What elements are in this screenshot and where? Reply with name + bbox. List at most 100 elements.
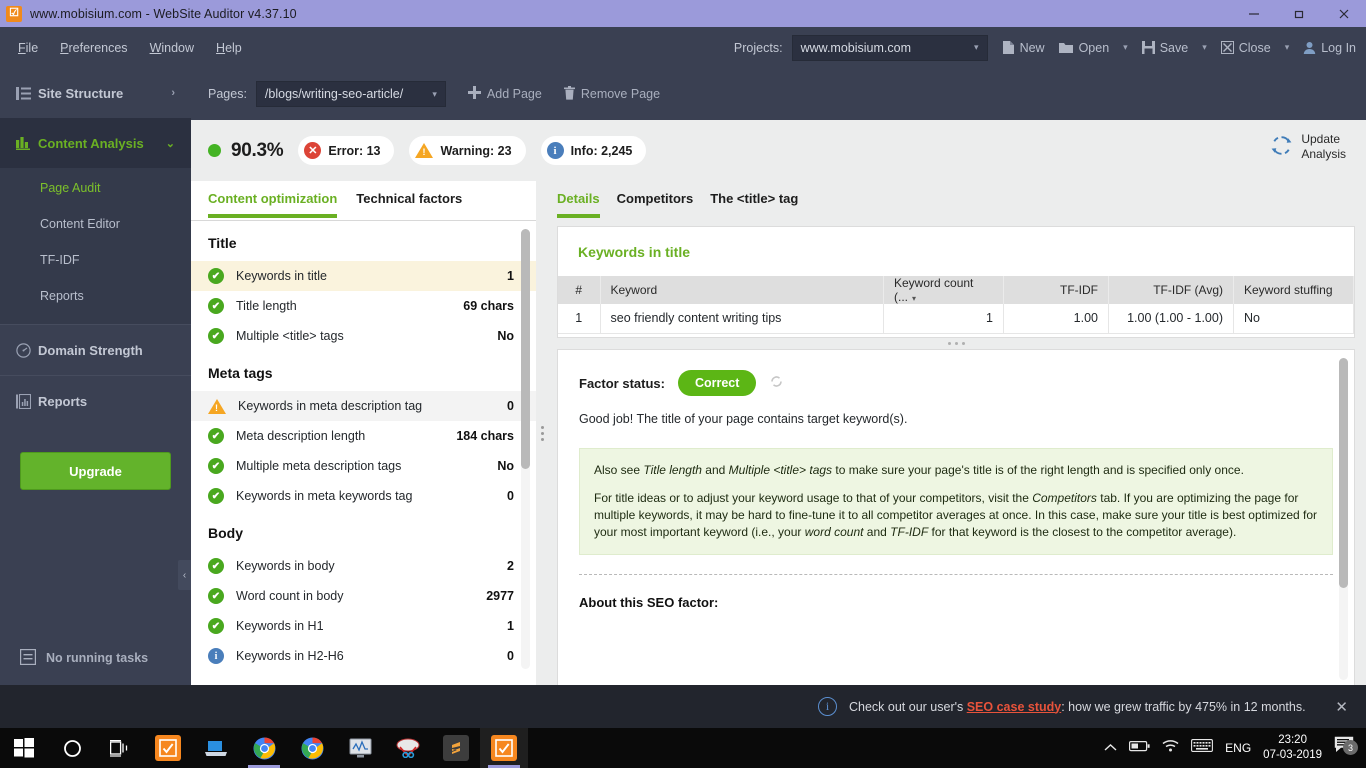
tip-p1-c: to make sure your page's title is of the… [832,463,1244,477]
warning-badge[interactable]: Warning: 23 [409,136,526,165]
project-select[interactable]: www.mobisium.com ▾ [791,34,988,61]
col-keyword-stuffing[interactable]: Keyword stuffing [1233,276,1354,304]
factor-row-multiple-meta-description-tags[interactable]: ✔ Multiple meta description tags No [191,451,536,481]
action-center-button[interactable]: 3 [1334,736,1360,760]
add-page-button[interactable]: Add Page [467,86,542,102]
taskbar-website-auditor[interactable] [144,728,192,768]
score-bar: 90.3% ✕ Error: 13 Warning: 23 i Info: 2,… [191,120,1366,181]
taskbar-sublime-text[interactable] [432,728,480,768]
update-analysis-line1: Update [1301,132,1341,146]
clock[interactable]: 23:20 07-03-2019 [1263,733,1322,763]
card-resize-grip[interactable] [557,338,1355,349]
sidebar-item-site-structure[interactable]: Site Structure › [0,68,191,118]
sort-caret-icon: ▾ [912,294,917,303]
taskbar-snipping-tool[interactable] [384,728,432,768]
sidebar-item-tf-idf[interactable]: TF-IDF [0,242,191,278]
chevron-down-icon[interactable]: ▾ [1285,42,1290,53]
factor-row-multiple-title-tags[interactable]: ✔ Multiple <title> tags No [191,321,536,351]
save-button[interactable]: Save ▾ [1141,41,1207,55]
factor-value: 2 [507,559,514,573]
show-hidden-icons-button[interactable] [1104,739,1117,757]
factor-value: 0 [507,649,514,663]
col-tfidf-avg[interactable]: TF-IDF (Avg) [1108,276,1234,304]
tab-content-optimization[interactable]: Content optimization [208,191,338,218]
factor-row-keywords-in-h2-h6[interactable]: i Keywords in H2-H6 0 [191,641,536,671]
sidebar-item-page-audit[interactable]: Page Audit [0,170,191,206]
close-project-button[interactable]: Close ▾ [1220,41,1290,55]
taskbar-monitor-app[interactable] [336,728,384,768]
taskbar-chrome-2[interactable] [288,728,336,768]
score-percent: 90.3% [231,139,284,161]
about-seo-factor-heading: About this SEO factor: [579,595,719,610]
page-select[interactable]: /blogs/writing-seo-article/ ▾ [255,81,446,107]
chevron-down-icon[interactable]: ▾ [1123,42,1128,53]
error-badge[interactable]: ✕ Error: 13 [298,136,395,165]
table-row[interactable]: 1 seo friendly content writing tips 1 1.… [558,304,1354,334]
start-button[interactable] [0,728,48,768]
maximize-button[interactable] [1276,0,1321,27]
sidebar-item-content-analysis[interactable]: Content Analysis ⌄ [0,118,191,168]
factor-row-keywords-in-h1[interactable]: ✔ Keywords in H1 1 [191,611,536,641]
panel-splitter[interactable] [536,181,548,685]
col-tfidf[interactable]: TF-IDF [1003,276,1109,304]
factor-row-title-length[interactable]: ✔ Title length 69 chars [191,291,536,321]
details-scrollbar[interactable] [1339,358,1348,680]
tab-competitors[interactable]: Competitors [617,191,694,217]
sidebar-item-reports[interactable]: Reports [0,376,191,426]
update-analysis-line2: Analysis [1301,147,1346,161]
factor-row-keywords-in-title[interactable]: ✔ Keywords in title 1 [191,261,536,291]
close-button[interactable] [1321,0,1366,27]
taskbar-website-auditor-active[interactable] [480,728,528,768]
check-circle-icon: ✔ [208,268,224,284]
refresh-icon[interactable] [769,374,784,393]
cortana-search-button[interactable] [48,728,96,768]
factor-row-keywords-in-body[interactable]: ✔ Keywords in body 2 [191,551,536,581]
info-icon: i [546,142,564,159]
taskbar-chrome-1[interactable] [240,728,288,768]
minimize-button[interactable] [1231,0,1276,27]
login-button[interactable]: Log In [1303,41,1356,55]
factor-row-meta-description-length[interactable]: ✔ Meta description length 184 chars [191,421,536,451]
col-number[interactable]: # [558,276,601,304]
sidebar-item-content-editor[interactable]: Content Editor [0,206,191,242]
sidebar-item-domain-strength[interactable]: Domain Strength [0,325,191,375]
sidebar-item-reports-sub[interactable]: Reports [0,278,191,314]
seo-case-study-link[interactable]: SEO case study [967,700,1062,714]
menu-file[interactable]: File [18,41,38,55]
refresh-icon [1271,135,1292,160]
keyboard-icon[interactable] [1191,739,1214,757]
menu-help[interactable]: Help [216,41,242,55]
taskbar-file-explorer[interactable] [192,728,240,768]
remove-page-button[interactable]: Remove Page [563,85,660,103]
info-badge[interactable]: i Info: 2,245 [540,136,647,165]
cell-keyword-count: 1 [883,304,1004,334]
cell-number: 1 [558,304,601,334]
update-analysis-button[interactable]: Update Analysis [1271,132,1346,162]
details-panel: Details Competitors The <title> tag Keyw… [548,181,1366,691]
open-button[interactable]: Open ▾ [1058,41,1128,55]
factors-scrollbar-thumb[interactable] [521,229,530,469]
notification-close-icon[interactable]: ✕ [1335,698,1348,716]
factor-group-title: Body [208,525,243,541]
task-view-button[interactable] [96,728,144,768]
battery-icon[interactable] [1129,739,1150,757]
new-button[interactable]: New [1002,40,1045,55]
chevron-down-icon[interactable]: ▾ [1202,42,1207,53]
menu-preferences[interactable]: Preferences [60,41,127,55]
tab-details[interactable]: Details [557,191,600,218]
tab-title-tag[interactable]: The <title> tag [710,191,798,217]
factor-row-word-count-in-body[interactable]: ✔ Word count in body 2977 [191,581,536,611]
factor-row-keywords-meta-keywords[interactable]: ✔ Keywords in meta keywords tag 0 [191,481,536,511]
menu-window[interactable]: Window [150,41,194,55]
col-keyword-count[interactable]: Keyword count (... ▾ [883,276,1004,304]
tab-technical-factors[interactable]: Technical factors [356,191,462,217]
upgrade-button[interactable]: Upgrade [20,452,171,490]
col-keyword[interactable]: Keyword [600,276,884,304]
language-indicator[interactable]: ENG [1225,741,1251,755]
factors-scrollbar[interactable] [521,229,530,669]
sidebar-collapse-toggle[interactable]: ‹ [178,560,191,590]
wifi-icon[interactable] [1162,739,1179,757]
details-scrollbar-thumb[interactable] [1339,358,1348,588]
factor-label: Word count in body [236,589,344,603]
factor-row-keywords-meta-description[interactable]: Keywords in meta description tag 0 [191,391,536,421]
